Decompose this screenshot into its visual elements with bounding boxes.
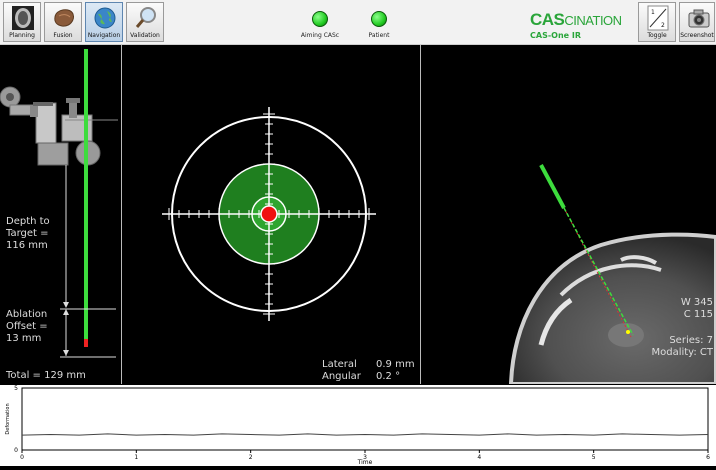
series-value: Series: 7: [669, 335, 713, 346]
screenshot-label: Screenshot: [680, 32, 714, 39]
toolbar: Planning Fusion Navigation Validation Ai…: [0, 0, 716, 45]
depth-to-target-line1: Depth to: [6, 216, 50, 227]
brand-cas: CAS: [530, 10, 565, 29]
ct-image: [508, 164, 716, 386]
angular-label: Angular: [322, 371, 361, 382]
patient-status-label: Patient: [368, 32, 390, 39]
toggle-button[interactable]: 1 2 Toggle: [638, 2, 676, 42]
ablation-offset-value: 13 mm: [6, 333, 42, 344]
x-tick-label: 0: [20, 454, 24, 461]
angular-value: 0.2 °: [376, 371, 401, 382]
y-tick-label: 5: [14, 385, 18, 392]
window-value: W 345: [680, 297, 713, 308]
target-marker: [260, 205, 278, 223]
x-tick-label: 1: [134, 454, 138, 461]
needle-depth-panel: Depth to Target = 116 mm Ablation Offset…: [0, 45, 121, 384]
x-tick-label: 6: [706, 454, 710, 461]
planning-label: Planning: [9, 32, 35, 39]
camera-icon: [688, 9, 710, 28]
y-axis-label: Deformation: [5, 403, 11, 434]
needle-shaft: [84, 49, 88, 339]
deformation-chart-panel: 0 1 2 3 4 5 6 0 5 Time Deformation: [0, 385, 716, 466]
aiming-status: Aiming CASc: [300, 11, 340, 39]
fusion-button[interactable]: Fusion: [44, 2, 82, 42]
aiming-status-label: Aiming CASc: [300, 32, 340, 39]
toggle-bottom-number: 2: [661, 22, 665, 29]
total-length: Total = 129 mm: [6, 370, 86, 381]
navigation-button[interactable]: Navigation: [85, 2, 123, 42]
toggle-label: Toggle: [647, 32, 667, 39]
needle-tip: [84, 339, 88, 347]
depth-to-target-line2: Target =: [6, 228, 49, 239]
lateral-label: Lateral: [322, 359, 357, 370]
navigation-label: Navigation: [87, 32, 121, 39]
ablation-offset-line1: Ablation: [6, 309, 48, 320]
x-tick-label: 5: [592, 454, 596, 461]
screenshot-button[interactable]: Screenshot: [679, 2, 715, 42]
magnifier-icon: [135, 7, 156, 28]
planning-button[interactable]: Planning: [3, 2, 41, 42]
fusion-label: Fusion: [53, 32, 73, 39]
bullseye-view: [162, 107, 376, 321]
deformation-chart: 0 1 2 3 4 5 605TimeDeformation: [5, 385, 710, 466]
ct-view-panel: W 345 C 115 Series: 7 Modality: CT: [421, 45, 716, 386]
toggle-top-number: 1: [651, 9, 655, 16]
y-tick-label: 0: [14, 447, 18, 454]
ablation-offset-line2: Offset =: [6, 321, 48, 332]
validation-button[interactable]: Validation: [126, 2, 164, 42]
lateral-value: 0.9 mm: [376, 359, 415, 370]
organ-icon: [54, 9, 74, 27]
patient-status-indicator: [371, 11, 387, 27]
toggle-icon: 1 2: [647, 5, 669, 31]
ct-needle: [539, 164, 566, 209]
chart-plot-area: [21, 387, 709, 451]
x-tick-label: 2: [249, 454, 253, 461]
depth-to-target-value: 116 mm: [6, 240, 48, 251]
patient-status: Patient: [364, 11, 394, 39]
ct-target-point: [626, 330, 630, 334]
globe-icon: [94, 7, 116, 29]
validation-label: Validation: [130, 32, 160, 39]
targeting-panel: Lateral 0.9 mm Angular 0.2 °: [122, 45, 420, 384]
center-value: C 115: [683, 309, 713, 320]
modality-value: Modality: CT: [651, 347, 713, 358]
brand-product: CAS-One IR: [530, 31, 581, 40]
x-tick-label: 4: [477, 454, 481, 461]
ct-scan-icon: [12, 6, 34, 30]
x-axis-label: Time: [357, 459, 373, 466]
aiming-status-indicator: [312, 11, 328, 27]
brand-logo: CASCINATION CAS-One IR: [530, 10, 622, 40]
brand-cination: CINATION: [564, 13, 622, 28]
